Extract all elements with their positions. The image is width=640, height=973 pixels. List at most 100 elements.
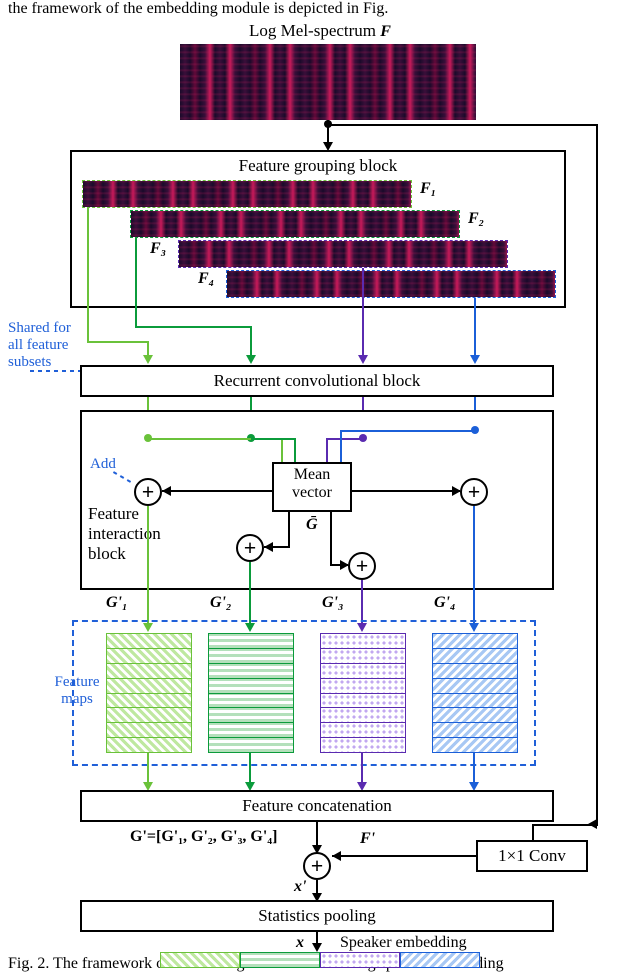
f2-label: F₂ [468,210,484,228]
flow-concat [361,753,363,783]
fib-title: Feature interaction block [88,504,161,564]
pooling-title: Statistics pooling [82,906,552,926]
shared-note-l2: all feature [8,337,88,354]
to-mean [340,430,342,462]
flow-concat [249,753,251,783]
f4-label: F₄ [198,270,214,288]
arrow-right-icon [452,486,461,496]
fib-title-l2: interaction [88,524,161,544]
arrow-left-icon [264,542,273,552]
flow-f1 [87,341,147,343]
mean-out [330,512,332,566]
arrow-down-icon [312,943,322,952]
flow-gp3 [361,580,363,624]
embedding-label: Speaker embedding [340,934,467,952]
arrow-down-icon [246,355,256,364]
feature-map-4 [432,633,518,753]
flow-line [328,124,598,126]
f1-label: F₁ [420,180,436,198]
to-mean [326,438,328,462]
subset-f1 [82,180,412,208]
flow-line [596,124,598,824]
gp3-label: G'₃ [322,594,344,612]
arrow-left-icon [332,851,341,861]
feature-map-3 [320,633,406,753]
add-node-2: + [236,534,264,562]
conv-title: 1×1 Conv [478,846,586,866]
arrow-down-icon [470,355,480,364]
subset-f4 [226,270,556,298]
shared-note: Shared for all feature subsets [8,320,88,371]
conv-block: 1×1 Conv [476,840,588,872]
flow-concat [473,753,475,783]
flow-line [532,824,598,826]
x-label: x [296,934,304,952]
feature-maps-l1: Feature [42,674,112,691]
to-mean [294,438,296,462]
add-note: Add [90,456,116,473]
rcb-block: Recurrent convolutional block [80,365,554,397]
cropped-top-text: the framework of the embedding module is… [0,0,640,18]
concat-equation: G'=[G'₁, G'₂, G'₃, G'₄] [130,828,277,846]
flow-line [532,824,534,840]
main-spectrogram [180,44,476,120]
mean-out [288,512,290,548]
mean-out [162,490,272,492]
flow-f2 [135,326,250,328]
rcb-title: Recurrent convolutional block [82,371,552,391]
feature-map-2 [208,633,294,753]
feature-map-1 [106,633,192,753]
fib-title-l1: Feature [88,504,161,524]
flow-f1 [147,341,149,356]
residual-add-node: + [303,852,331,880]
input-title-text: Log Mel-spectrum [249,21,376,40]
concat-title: Feature concatenation [82,796,552,816]
feature-maps-note: Feature maps [42,674,112,708]
pooling-block: Statistics pooling [80,900,554,932]
flow-gp4 [473,506,475,624]
arrow-down-icon [358,355,368,364]
arrow-left-icon [162,486,171,496]
to-mean [340,430,476,432]
shared-note-l1: Shared for [8,320,88,337]
flow-f3 [362,268,364,356]
subset-f3 [178,240,508,268]
flow-f2 [135,238,137,328]
mean-vector-block: Mean vector [272,462,352,512]
gp2-label: G'₂ [210,594,232,612]
fprime-label: F' [360,830,375,848]
flow-line [316,822,318,846]
arrow-right-icon [340,560,349,570]
flow-line [332,855,476,857]
flow-line [316,880,318,894]
xprime-label: x' [294,878,306,896]
flow-concat [147,753,149,783]
feature-grouping-title: Feature grouping block [72,156,564,176]
shared-note-l3: subsets [8,354,88,371]
gbar-label: Ḡ [306,516,318,534]
embedding-bar [160,952,480,968]
flow-f2 [250,326,252,356]
feature-maps-l2: maps [42,691,112,708]
gp1-label: G'₁ [106,594,128,612]
mean-out [352,490,460,492]
flow-gp1 [147,506,149,624]
input-symbol: F [380,23,391,40]
flow-f4 [474,298,476,356]
flow-gp2 [249,562,251,624]
to-mean [251,438,296,440]
to-mean [326,438,364,440]
add-node-3: + [348,552,376,580]
add-node-4: + [460,478,488,506]
mean-vector-l1: Mean [274,466,350,484]
add-node-1: + [134,478,162,506]
concat-block: Feature concatenation [80,790,554,822]
fib-title-l3: block [88,544,161,564]
gp4-label: G'₄ [434,594,456,612]
shared-pointer [30,370,80,372]
to-mean [281,438,283,462]
subset-f2 [130,210,460,238]
arrow-down-icon [143,355,153,364]
mean-vector-l2: vector [274,484,350,502]
f3-label: F₃ [150,240,166,258]
